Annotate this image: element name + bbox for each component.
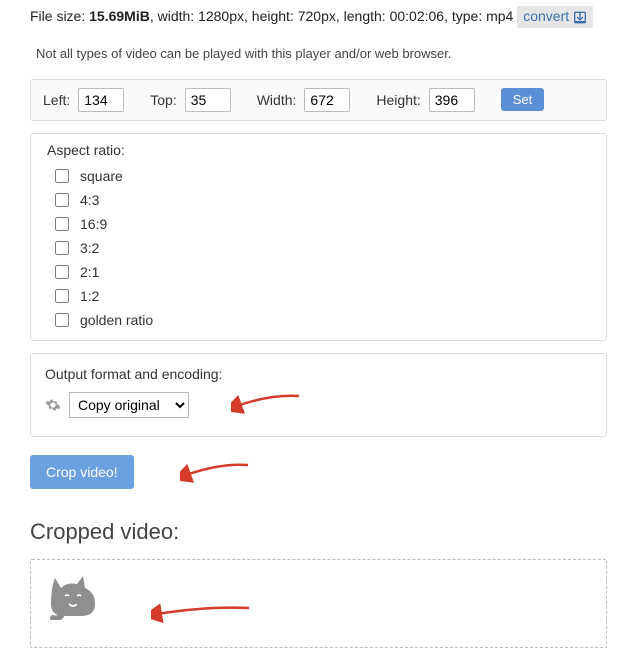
output-title: Output format and encoding:	[45, 366, 592, 382]
left-input[interactable]	[78, 88, 124, 112]
output-format-select[interactable]: Copy original	[69, 392, 189, 418]
aspect-checkbox-16-9[interactable]	[55, 217, 69, 231]
aspect-ratio-panel: Aspect ratio: square 4:3 16:9 3:2 2:1 1:…	[30, 133, 607, 341]
aspect-ratio-title: Aspect ratio:	[43, 142, 594, 158]
file-size-value: 15.69MiB	[89, 8, 150, 24]
annotation-arrow-icon	[180, 459, 250, 486]
cropped-video-title: Cropped video:	[30, 519, 607, 545]
crop-row: Crop video!	[30, 455, 607, 495]
aspect-option[interactable]: square	[43, 164, 594, 188]
convert-button[interactable]: convert	[517, 6, 593, 28]
note-text: Not all types of video can be played wit…	[36, 46, 607, 61]
gear-icon[interactable]	[45, 397, 61, 413]
aspect-checkbox-4-3[interactable]	[55, 193, 69, 207]
aspect-label: 2:1	[80, 264, 99, 280]
file-height-value: 720px	[298, 8, 336, 24]
aspect-option[interactable]: golden ratio	[43, 308, 594, 332]
file-type-value: mp4	[486, 8, 513, 24]
top-input[interactable]	[185, 88, 231, 112]
output-panel: Output format and encoding: Copy origina…	[30, 353, 607, 437]
aspect-label: 3:2	[80, 240, 99, 256]
aspect-label: 16:9	[80, 216, 107, 232]
height-label: Height:	[376, 92, 420, 108]
crop-video-button[interactable]: Crop video!	[30, 455, 134, 489]
dimensions-panel: Left: Top: Width: Height: Set	[30, 79, 607, 121]
convert-label: convert	[523, 7, 569, 27]
annotation-arrow-icon	[151, 600, 251, 627]
cat-loading-icon	[47, 607, 101, 623]
width-label: Width:	[257, 92, 297, 108]
aspect-label: 4:3	[80, 192, 99, 208]
aspect-option[interactable]: 3:2	[43, 236, 594, 260]
set-button[interactable]: Set	[501, 88, 545, 111]
file-info: File size: 15.69MiB, width: 1280px, heig…	[30, 6, 607, 28]
height-input[interactable]	[429, 88, 475, 112]
aspect-option[interactable]: 16:9	[43, 212, 594, 236]
file-length-value: 00:02:06	[390, 8, 445, 24]
download-icon	[573, 10, 587, 24]
aspect-label: square	[80, 168, 123, 184]
cropped-video-output	[30, 559, 607, 648]
aspect-option[interactable]: 2:1	[43, 260, 594, 284]
aspect-label: golden ratio	[80, 312, 153, 328]
top-label: Top:	[150, 92, 176, 108]
left-label: Left:	[43, 92, 70, 108]
aspect-checkbox-square[interactable]	[55, 169, 69, 183]
aspect-checkbox-golden[interactable]	[55, 313, 69, 327]
aspect-option[interactable]: 4:3	[43, 188, 594, 212]
aspect-checkbox-3-2[interactable]	[55, 241, 69, 255]
aspect-checkbox-2-1[interactable]	[55, 265, 69, 279]
width-input[interactable]	[304, 88, 350, 112]
aspect-option[interactable]: 1:2	[43, 284, 594, 308]
annotation-arrow-icon	[231, 390, 301, 417]
aspect-checkbox-1-2[interactable]	[55, 289, 69, 303]
aspect-label: 1:2	[80, 288, 99, 304]
file-width-value: 1280px	[198, 8, 244, 24]
file-size-label: File size:	[30, 8, 89, 24]
